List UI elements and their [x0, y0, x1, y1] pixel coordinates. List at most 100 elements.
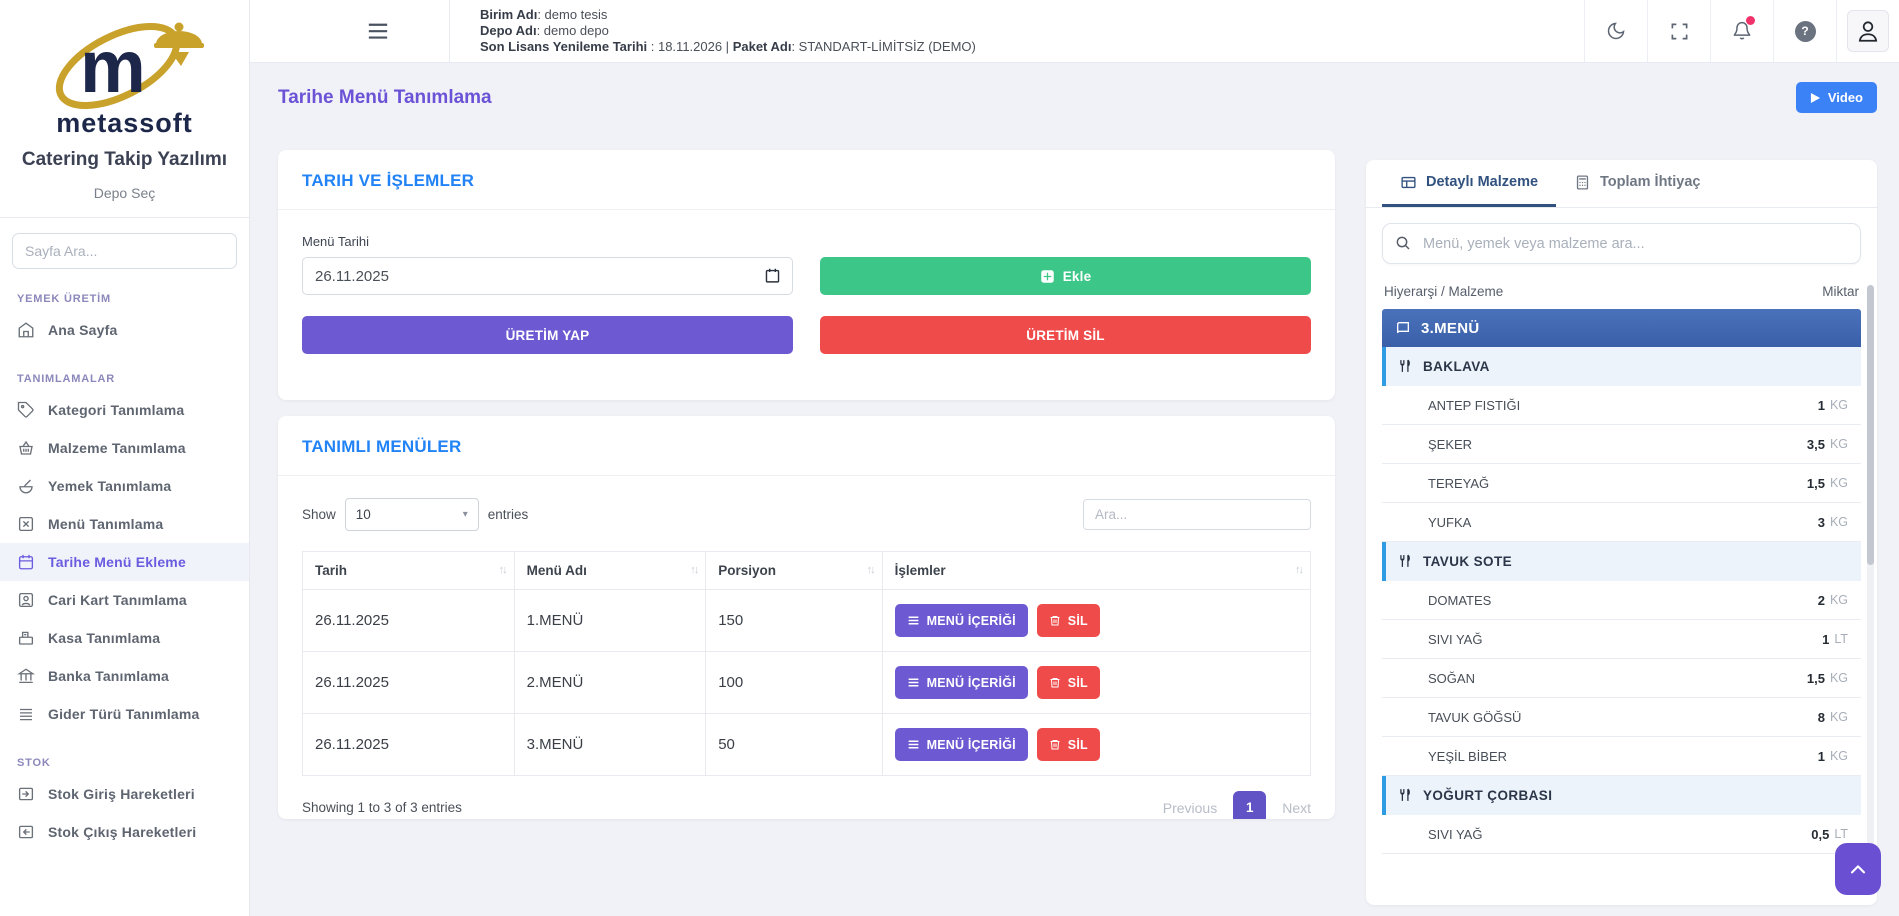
table-search-input[interactable] — [1083, 499, 1311, 530]
ingredient-row: SOĞAN1,5KG — [1382, 659, 1861, 698]
sidebar-item-kasa-tanimlama[interactable]: Kasa Tanımlama — [0, 619, 249, 657]
sidebar-item-malzeme-tanimlama[interactable]: Malzeme Tanımlama — [0, 429, 249, 467]
cash-register-icon — [17, 629, 35, 647]
ingredient-row: SIVI YAĞ1LT — [1382, 620, 1861, 659]
ingredient-row: DOMATES2KG — [1382, 581, 1861, 620]
scroll-to-top-button[interactable] — [1835, 843, 1881, 895]
column-header-tarih[interactable]: Tarih↑↓ — [303, 552, 515, 590]
app-window: m metassoft Catering Takip Yazılımı Depo… — [0, 0, 1899, 916]
license-value: : 18.11.2026 | — [647, 39, 733, 54]
menu-content-button[interactable]: MENÜ İÇERİĞİ — [895, 604, 1028, 637]
produce-delete-button[interactable]: ÜRETİM SİL — [820, 316, 1311, 354]
notification-dot — [1746, 16, 1755, 25]
dark-mode-button[interactable] — [1584, 0, 1647, 62]
delete-button[interactable]: SİL — [1037, 604, 1100, 637]
cell-menu-name: 2.MENÜ — [514, 652, 706, 714]
trash-icon — [1049, 738, 1061, 751]
help-button[interactable]: ? — [1773, 0, 1836, 62]
list-icon — [907, 738, 920, 751]
sidebar-item-kategori-tanimlama[interactable]: Kategori Tanımlama — [0, 391, 249, 429]
stock-out-icon — [17, 823, 35, 841]
sidebar-item-banka-tanimlama[interactable]: Banka Tanımlama — [0, 657, 249, 695]
page-size-select[interactable]: 10 ▾ — [345, 498, 479, 531]
ingredient-row: YUFKA3KG — [1382, 503, 1861, 542]
sidebar-item-yemek-tanimlama[interactable]: Yemek Tanımlama — [0, 467, 249, 505]
pagination-previous[interactable]: Previous — [1163, 800, 1217, 816]
tab-detayli-malzeme[interactable]: Detaylı Malzeme — [1382, 160, 1556, 207]
delete-button[interactable]: SİL — [1037, 666, 1100, 699]
depot-select-link[interactable]: Depo Seç — [0, 185, 249, 201]
cell-date: 26.11.2025 — [303, 652, 515, 714]
stock-in-icon — [17, 785, 35, 803]
menu-group-header[interactable]: 3.MENÜ — [1382, 309, 1861, 347]
sidebar-section-stok: STOK — [17, 757, 249, 769]
fullscreen-button[interactable] — [1647, 0, 1710, 62]
ingredient-row: SIVI YAĞ0,5LT — [1382, 815, 1861, 854]
menu-content-button[interactable]: MENÜ İÇERİĞİ — [895, 728, 1028, 761]
show-label: Show — [302, 507, 336, 522]
cell-portion: 150 — [706, 590, 882, 652]
book-icon — [1395, 320, 1411, 336]
bowl-icon — [17, 477, 35, 495]
question-icon: ? — [1795, 21, 1816, 42]
brand-block: m metassoft Catering Takip Yazılımı Depo… — [0, 0, 249, 201]
material-search-input[interactable] — [1382, 223, 1861, 264]
sidebar-divider — [0, 217, 249, 218]
menu-content-button[interactable]: MENÜ İÇERİĞİ — [895, 666, 1028, 699]
home-icon — [17, 321, 35, 339]
utensils-icon — [1398, 359, 1412, 374]
quantity-column-label: Miktar — [1822, 284, 1859, 299]
calendar-icon — [17, 553, 35, 571]
trash-icon — [1049, 676, 1061, 689]
list-icon — [907, 676, 920, 689]
pagination-page-1[interactable]: 1 — [1233, 791, 1266, 819]
metassoft-logo: m — [40, 10, 210, 122]
sort-icon: ↑↓ — [690, 564, 697, 576]
depot-label: Depo Adı — [480, 23, 537, 38]
sidebar-item-gider-turu-tanimlama[interactable]: Gider Türü Tanımlama — [0, 695, 249, 733]
sidebar-item-tarihe-menu-ekleme[interactable]: Tarihe Menü Ekleme — [0, 543, 249, 581]
menu-date-input[interactable] — [302, 257, 793, 295]
food-group-header[interactable]: TAVUK SOTE — [1382, 542, 1861, 581]
app-title: Catering Takip Yazılımı — [0, 149, 249, 171]
pagination-next[interactable]: Next — [1282, 800, 1311, 816]
video-button[interactable]: Video — [1796, 82, 1877, 113]
facility-info: Birim Adı: demo tesis Depo Adı: demo dep… — [480, 0, 976, 62]
notifications-button[interactable] — [1710, 0, 1773, 62]
column-header-menu-adi[interactable]: Menü Adı↑↓ — [514, 552, 706, 590]
food-group-header[interactable]: BAKLAVA — [1382, 347, 1861, 386]
calculator-icon — [1574, 174, 1591, 191]
sort-icon: ↑↓ — [1295, 564, 1302, 576]
sidebar-item-ana-sayfa[interactable]: Ana Sayfa — [0, 311, 249, 349]
delete-button[interactable]: SİL — [1037, 728, 1100, 761]
table-row: 26.11.2025 3.MENÜ 50 MENÜ İÇERİĞİ SİL — [303, 714, 1311, 776]
list-icon — [907, 614, 920, 627]
panel-scrollbar-thumb[interactable] — [1867, 285, 1874, 565]
ingredient-row: YEŞİL BİBER1KG — [1382, 737, 1861, 776]
utensils-icon — [1398, 788, 1412, 803]
food-group-header[interactable]: YOĞURT ÇORBASI — [1382, 776, 1861, 815]
column-header-islemler[interactable]: İşlemler↑↓ — [882, 552, 1310, 590]
user-menu-button[interactable] — [1836, 0, 1899, 62]
person-card-icon — [17, 591, 35, 609]
sidebar-search-input[interactable] — [12, 233, 237, 269]
trash-icon — [1049, 614, 1061, 627]
add-button[interactable]: Ekle — [820, 257, 1311, 295]
table-row: 26.11.2025 1.MENÜ 150 MENÜ İÇERİĞİ SİL — [303, 590, 1311, 652]
hamburger-menu-icon[interactable] — [367, 22, 389, 40]
sidebar-item-menu-tanimlama[interactable]: Menü Tanımlama — [0, 505, 249, 543]
list-icon — [17, 705, 35, 723]
produce-button[interactable]: ÜRETİM YAP — [302, 316, 793, 354]
bank-icon — [17, 667, 35, 685]
fullscreen-icon — [1670, 22, 1689, 41]
sidebar-item-stok-giris-hareketleri[interactable]: Stok Giriş Hareketleri — [0, 775, 249, 813]
basket-icon — [17, 439, 35, 457]
svg-text:m: m — [80, 25, 146, 108]
sidebar-item-stok-cikis-hareketleri[interactable]: Stok Çıkış Hareketleri — [0, 813, 249, 851]
brand-name: metassoft — [0, 108, 249, 139]
tab-toplam-ihtiyac[interactable]: Toplam İhtiyaç — [1556, 160, 1718, 207]
sidebar-item-cari-kart-tanimlama[interactable]: Cari Kart Tanımlama — [0, 581, 249, 619]
calendar-picker-icon[interactable] — [764, 267, 781, 284]
ingredient-row: ŞEKER3,5KG — [1382, 425, 1861, 464]
column-header-porsiyon[interactable]: Porsiyon↑↓ — [706, 552, 882, 590]
